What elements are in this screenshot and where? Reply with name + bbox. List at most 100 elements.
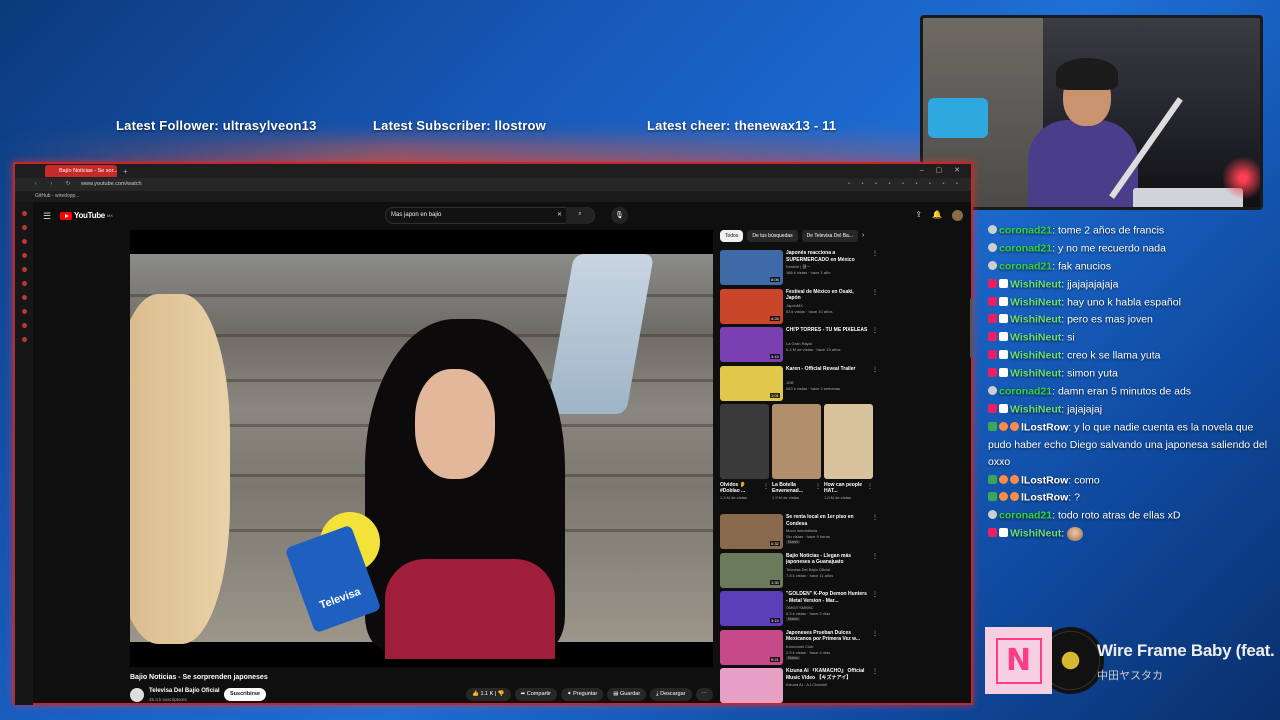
- rec-views: 6.4 M de vistas · hace 13 años: [786, 347, 841, 352]
- short-title[interactable]: Olvidos 👂 #Doblao ...: [720, 482, 760, 494]
- chat-username: WishiNeut: [1010, 367, 1062, 380]
- rec-video[interactable]: 4:28 Festival de México en Osaki, Japón Ja…: [720, 288, 880, 326]
- voice-search-icon[interactable]: 🎙: [611, 207, 628, 224]
- ask-button[interactable]: ✦ Preguntar: [560, 688, 604, 701]
- short-title[interactable]: How can people HAT...: [824, 482, 864, 494]
- search-query[interactable]: Mas japon en bajio: [391, 212, 441, 218]
- more-options-icon[interactable]: ⋮: [815, 483, 821, 490]
- rec-video[interactable]: 0:32 Se renta local en 1er piso en Condes…: [720, 514, 880, 551]
- chip-searches[interactable]: De tus búsquedas: [747, 230, 798, 242]
- rec-video[interactable]: 3:15 "GOLDEN" K-Pop Demon Hunters - Metal…: [720, 591, 880, 628]
- chat-username: coronad21: [999, 260, 1053, 273]
- short-video[interactable]: Olvidos 👂 #Doblao ... 1.3 M de vistas ⋮: [720, 404, 769, 512]
- avatar[interactable]: [952, 210, 963, 221]
- browser-tab[interactable]: Bajío Noticias - Se sor...: [45, 165, 117, 177]
- nav-arrows-icon[interactable]: ‹ › ↻: [35, 178, 76, 191]
- address-bar[interactable]: ‹ › ↻ www.youtube.com/watch ▪ ▪ ▪ ▪ ▪ ▪ …: [15, 178, 971, 191]
- album-logo: N: [995, 637, 1042, 684]
- clear-search-icon[interactable]: ✕: [557, 208, 562, 223]
- save-button[interactable]: ▤ Guardar: [607, 688, 647, 701]
- rec-video[interactable]: 1:30 Bajío Noticias - Llegan más japonese…: [720, 552, 880, 590]
- chat-badges: [988, 276, 1010, 293]
- rec-video[interactable]: 9:21 Japoneses Prueban Dulces Mexicanos p…: [720, 629, 880, 667]
- search-input[interactable]: Mas japon en bajio ✕ ⌕: [385, 207, 595, 224]
- chat-badges: [988, 489, 1021, 506]
- notifications-icon[interactable]: 🔔: [932, 210, 942, 221]
- short-video[interactable]: How can people HAT... 1.8 M de vistas ⋮: [824, 404, 873, 512]
- youtube-logo[interactable]: YouTube MX: [60, 211, 113, 220]
- rec-title[interactable]: CHI'P TORRES - TÚ ME PIXELEAS: [786, 327, 868, 334]
- video-thumbnail[interactable]: [720, 668, 783, 703]
- download-button[interactable]: ⤓ Descargar: [650, 688, 692, 701]
- rec-channel[interactable]: Televisa Del Bajío Oficial: [786, 567, 830, 572]
- badge-icon: [1010, 474, 1019, 484]
- bookmark-item[interactable]: GitHub - wiredopp...: [35, 193, 79, 199]
- more-options-icon[interactable]: ⋮: [867, 483, 873, 490]
- search-icon[interactable]: ⌕: [566, 207, 594, 224]
- chat-message: WishiNeut: pero es mas joven: [988, 311, 1273, 329]
- subscribe-button[interactable]: Suscribirse: [224, 688, 266, 701]
- recommendations-panel: Todos De tus búsquedas De Televisa Del B…: [720, 230, 880, 705]
- more-options-icon[interactable]: ⋮: [872, 591, 878, 598]
- rec-title[interactable]: Japonés reacciona a SUPERMERCADO en Méxi…: [786, 250, 868, 263]
- channel-avatar[interactable]: [130, 688, 144, 702]
- more-options-icon[interactable]: ⋮: [872, 630, 878, 637]
- more-options-icon[interactable]: ⋮: [763, 483, 769, 490]
- extensions-icons[interactable]: ▪ ▪ ▪ ▪ ▪ ▪ ▪ ▪ ▪: [848, 178, 963, 191]
- chat-text: jjajajajajaja: [1067, 278, 1119, 291]
- more-options-icon[interactable]: ⋮: [872, 250, 878, 257]
- rec-channel[interactable]: JDB: [786, 380, 794, 385]
- more-options-icon[interactable]: ⋮: [872, 289, 878, 296]
- short-title[interactable]: La Botella Envenenad...: [772, 482, 812, 494]
- chat-badges: [988, 240, 999, 257]
- bookmarks-bar: GitHub - wiredopp...: [15, 191, 971, 202]
- short-views: 1.9 M de vistas: [772, 495, 799, 500]
- more-options-icon[interactable]: ⋮: [872, 553, 878, 560]
- chevron-right-icon[interactable]: ›: [862, 230, 864, 244]
- rec-title[interactable]: Bajío Noticias - Llegan más japoneses a …: [786, 553, 868, 566]
- share-button[interactable]: ➦ Compartir: [514, 688, 557, 701]
- video-player[interactable]: Televisa: [130, 230, 713, 667]
- chip-all[interactable]: Todos: [720, 230, 744, 242]
- rec-channel[interactable]: La Gran Rayal: [786, 341, 812, 346]
- rec-video[interactable]: 8:06 Japonés reacciona a SUPERMERCADO en …: [720, 250, 880, 287]
- rec-title[interactable]: Japoneses Prueban Dulces Mexicanos por P…: [786, 630, 868, 643]
- short-thumbnail[interactable]: [772, 404, 821, 479]
- more-options-icon[interactable]: ⋮: [872, 327, 878, 334]
- new-tab-icon[interactable]: +: [123, 167, 128, 176]
- rec-title[interactable]: Se renta local en 1er piso en Condesa: [786, 514, 868, 527]
- badge-icon: [999, 350, 1008, 360]
- rec-channel[interactable]: Moco inmobiliaria: [786, 528, 817, 533]
- rec-views: 2.9 k vistas · hace 4 días: [786, 649, 831, 655]
- rec-views: 53 k vistas · hace 10 años: [786, 308, 833, 314]
- badge-icon: [999, 474, 1008, 484]
- chat-message: lLostRow: y lo que nadie cuenta es la no…: [988, 419, 1273, 472]
- rec-channel[interactable]: OMGITSMIMIC: [786, 605, 814, 610]
- more-options-icon[interactable]: ⋮: [872, 668, 878, 675]
- short-video[interactable]: La Botella Envenenad... 1.9 M de vistas ⋮: [772, 404, 821, 512]
- rec-channel[interactable]: Kizuna AI - A.I.Channel: [786, 682, 827, 687]
- short-thumbnail[interactable]: [824, 404, 873, 479]
- rec-title[interactable]: Kizuna AI 『KAMACHO』 Official Music Video…: [786, 668, 868, 681]
- short-thumbnail[interactable]: [720, 404, 769, 479]
- url-text[interactable]: www.youtube.com/watch: [81, 178, 142, 191]
- more-options-icon[interactable]: ⋮: [872, 366, 878, 373]
- more-options-icon[interactable]: ⋮: [872, 514, 878, 521]
- rec-video[interactable]: Kizuna AI 『KAMACHO』 Official Music Video…: [720, 668, 880, 705]
- channel-name[interactable]: Televisa Del Bajío Oficial: [149, 688, 220, 694]
- more-actions-icon[interactable]: ⋯: [695, 688, 713, 701]
- chip-channel[interactable]: De Televisa Del Ba...: [801, 230, 858, 242]
- rec-title[interactable]: "GOLDEN" K-Pop Demon Hunters - Metal Ver…: [786, 591, 868, 604]
- rec-title[interactable]: Karen - Official Reveal Trailer: [786, 366, 868, 373]
- menu-icon[interactable]: ☰: [43, 211, 51, 222]
- rec-channel[interactable]: JapónMX: [786, 303, 803, 308]
- rec-title[interactable]: Festival de México en Osaki, Japón: [786, 289, 868, 302]
- rec-video[interactable]: 1:01 Karen - Official Reveal Trailer JDB 58…: [720, 365, 880, 403]
- window-controls[interactable]: – ▢ ✕: [920, 166, 965, 174]
- rec-channel[interactable]: Konnoruki Club: [786, 644, 813, 649]
- upload-icon[interactable]: ⇪: [915, 210, 922, 221]
- thumbs-down-icon[interactable]: 👎: [498, 691, 505, 697]
- rec-video[interactable]: 3:43 CHI'P TORRES - TÚ ME PIXELEAS La Gran…: [720, 327, 880, 364]
- like-button[interactable]: 👍 1.1 K | 👎: [466, 688, 511, 701]
- scrollbar[interactable]: [970, 298, 973, 358]
